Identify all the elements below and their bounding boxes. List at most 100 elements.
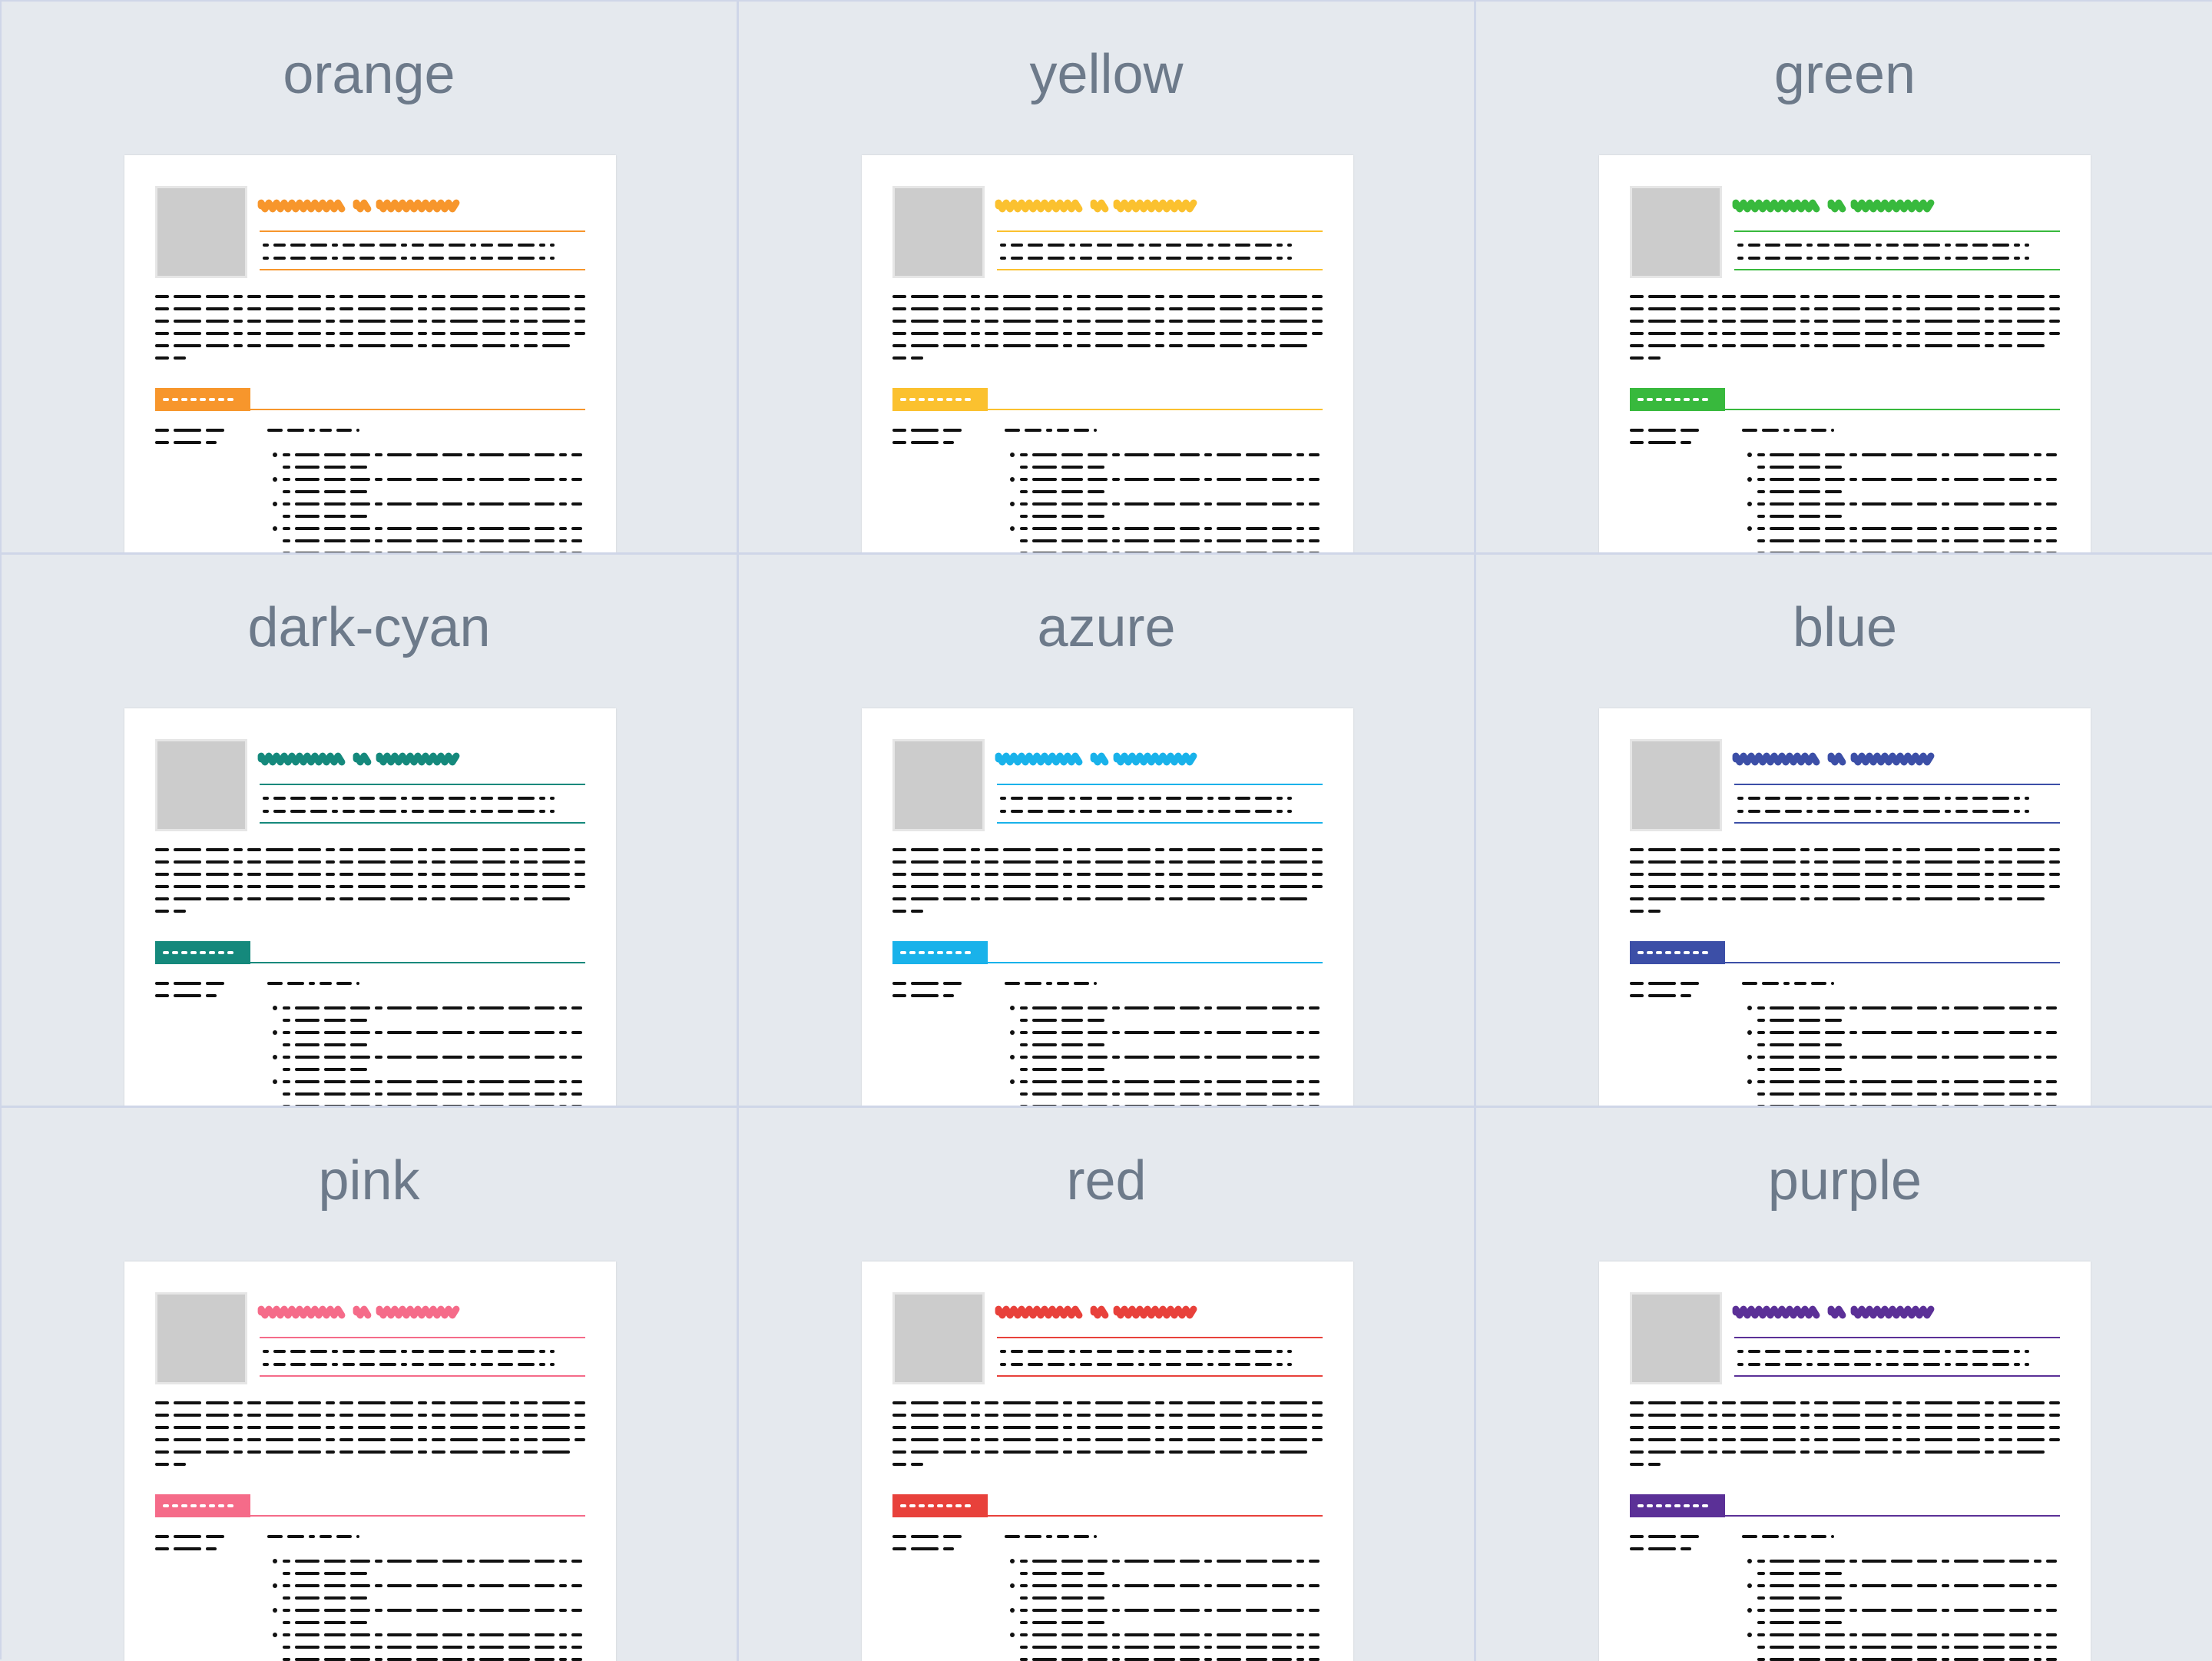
text-placeholder bbox=[1998, 1426, 2012, 1429]
text-placeholder bbox=[1061, 1609, 1083, 1612]
text-placeholder bbox=[1799, 1621, 1820, 1624]
text-placeholder bbox=[1891, 1633, 1912, 1636]
theme-option-pink[interactable]: pink bbox=[2, 1108, 739, 1661]
theme-option-azure[interactable]: azure bbox=[739, 555, 1476, 1108]
text-placeholder bbox=[295, 1092, 320, 1096]
text-placeholder bbox=[1074, 982, 1089, 985]
text-placeholder bbox=[1770, 1068, 1794, 1071]
text-placeholder bbox=[379, 257, 396, 260]
text-placeholder bbox=[1309, 527, 1320, 530]
text-placeholder bbox=[326, 885, 335, 888]
text-placeholder bbox=[1166, 1363, 1181, 1366]
accent-rule bbox=[1734, 1337, 2060, 1338]
text-placeholder bbox=[1204, 1584, 1212, 1587]
text-placeholder bbox=[1800, 320, 1810, 323]
text-placeholder bbox=[1247, 1426, 1257, 1429]
text-placeholder bbox=[1246, 1031, 1267, 1034]
text-placeholder bbox=[1983, 1080, 2005, 1083]
text-placeholder bbox=[1280, 332, 1307, 335]
text-placeholder bbox=[2009, 1633, 2029, 1636]
theme-option-purple[interactable]: purple bbox=[1476, 1108, 2212, 1661]
text-placeholder bbox=[442, 1658, 462, 1661]
text-placeholder bbox=[290, 244, 306, 247]
text-placeholder bbox=[1247, 307, 1257, 310]
text-placeholder bbox=[1149, 257, 1161, 260]
theme-option-dark-cyan[interactable]: dark-cyan bbox=[2, 555, 739, 1108]
text-placeholder bbox=[1891, 1056, 1912, 1059]
text-placeholder bbox=[1246, 1056, 1267, 1059]
text-placeholder bbox=[2046, 1633, 2057, 1636]
text-placeholder bbox=[1773, 1426, 1796, 1429]
text-placeholder bbox=[1128, 897, 1151, 900]
text-placeholder bbox=[1814, 307, 1828, 310]
text-placeholder bbox=[247, 1426, 261, 1429]
text-placeholder bbox=[892, 1401, 906, 1404]
text-placeholder bbox=[1923, 810, 1940, 813]
text-placeholder bbox=[1998, 332, 2012, 335]
text-placeholder bbox=[326, 1414, 335, 1417]
text-placeholder bbox=[1925, 1438, 1952, 1441]
text-placeholder bbox=[1998, 860, 2012, 864]
text-placeholder bbox=[943, 441, 954, 444]
text-placeholder bbox=[233, 307, 243, 310]
text-placeholder bbox=[498, 244, 513, 247]
text-placeholder bbox=[1722, 1426, 1736, 1429]
text-placeholder bbox=[429, 257, 444, 260]
text-placeholder bbox=[247, 320, 261, 323]
theme-option-green[interactable]: green bbox=[1476, 2, 2212, 555]
text-placeholder bbox=[1865, 1438, 1888, 1441]
bullet-dot bbox=[273, 1608, 277, 1613]
text-placeholder bbox=[2014, 1350, 2020, 1353]
text-placeholder bbox=[1169, 295, 1183, 298]
text-placeholder bbox=[1061, 1621, 1083, 1624]
text-placeholder bbox=[1849, 1080, 1857, 1083]
text-placeholder bbox=[1220, 344, 1243, 347]
text-placeholder bbox=[358, 1414, 386, 1417]
text-placeholder bbox=[1942, 1584, 1949, 1587]
text-placeholder bbox=[1814, 1438, 1828, 1441]
accent-rule bbox=[260, 1375, 585, 1377]
profile-photo-placeholder bbox=[155, 186, 247, 278]
text-placeholder bbox=[1737, 797, 1743, 800]
text-placeholder bbox=[390, 1401, 413, 1404]
text-placeholder bbox=[2009, 1658, 2029, 1661]
text-placeholder bbox=[358, 295, 386, 298]
text-placeholder bbox=[283, 502, 290, 506]
text-placeholder bbox=[1155, 307, 1164, 310]
theme-option-orange[interactable]: orange bbox=[2, 2, 739, 555]
theme-option-red[interactable]: red bbox=[739, 1108, 1476, 1661]
text-placeholder bbox=[358, 860, 386, 864]
text-placeholder bbox=[1799, 1658, 1820, 1661]
text-placeholder bbox=[442, 1031, 462, 1034]
text-placeholder bbox=[1032, 1031, 1057, 1034]
text-placeholder bbox=[1957, 1426, 1980, 1429]
text-placeholder bbox=[1954, 1056, 1979, 1059]
text-placeholder bbox=[1035, 848, 1058, 851]
text-placeholder bbox=[2014, 257, 2020, 260]
text-placeholder bbox=[1817, 797, 1830, 800]
text-placeholder bbox=[1722, 885, 1736, 888]
text-placeholder bbox=[1998, 1401, 2012, 1404]
text-placeholder bbox=[467, 1633, 475, 1636]
text-placeholder bbox=[1892, 295, 1902, 298]
text-placeholder bbox=[350, 527, 370, 530]
text-placeholder bbox=[1088, 515, 1104, 518]
theme-option-yellow[interactable]: yellow bbox=[739, 2, 1476, 555]
text-placeholder bbox=[479, 1092, 504, 1096]
bullet-dot bbox=[1747, 1559, 1752, 1563]
text-placeholder bbox=[1925, 848, 1952, 851]
text-placeholder bbox=[1865, 873, 1888, 876]
text-placeholder bbox=[1742, 429, 1757, 432]
text-placeholder bbox=[1799, 1596, 1820, 1600]
text-placeholder bbox=[1799, 1080, 1820, 1083]
text-placeholder bbox=[1020, 1080, 1028, 1083]
text-placeholder bbox=[1035, 897, 1058, 900]
text-placeholder bbox=[1862, 1056, 1886, 1059]
placeholder-text bbox=[257, 199, 346, 213]
text-placeholder bbox=[1112, 1056, 1120, 1059]
text-placeholder bbox=[985, 332, 998, 335]
text-placeholder bbox=[1770, 1043, 1794, 1046]
text-placeholder bbox=[155, 332, 169, 335]
text-placeholder bbox=[2046, 1658, 2057, 1661]
theme-option-blue[interactable]: blue bbox=[1476, 555, 2212, 1108]
